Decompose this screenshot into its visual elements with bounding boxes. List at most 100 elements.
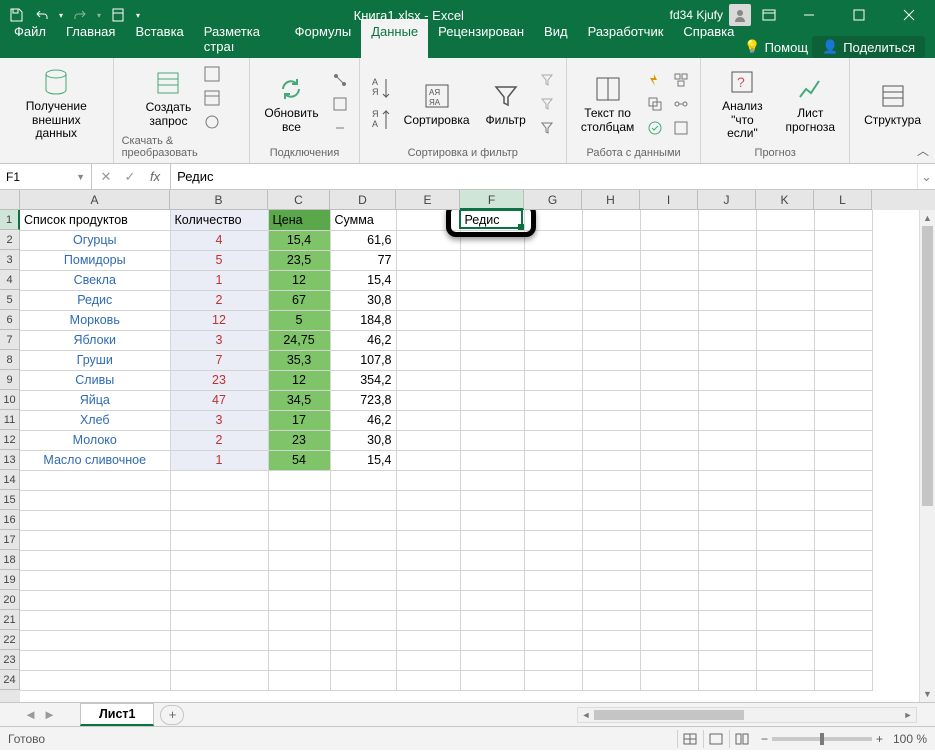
cell[interactable]: [20, 670, 170, 690]
cell[interactable]: [698, 610, 756, 630]
data-validation-icon[interactable]: [644, 117, 666, 139]
cell[interactable]: [756, 230, 814, 250]
cell[interactable]: [640, 630, 698, 650]
cell[interactable]: [396, 330, 460, 350]
cell[interactable]: [20, 510, 170, 530]
cell[interactable]: [268, 650, 330, 670]
cell[interactable]: [20, 530, 170, 550]
cell[interactable]: 354,2: [330, 370, 396, 390]
cell[interactable]: [396, 290, 460, 310]
cell[interactable]: [814, 330, 872, 350]
cell[interactable]: [814, 310, 872, 330]
cell[interactable]: [460, 450, 524, 470]
cell[interactable]: [698, 270, 756, 290]
cell[interactable]: [524, 250, 582, 270]
row-header[interactable]: 24: [0, 670, 20, 690]
cell[interactable]: [396, 270, 460, 290]
cell[interactable]: 107,8: [330, 350, 396, 370]
cell[interactable]: [698, 290, 756, 310]
cell[interactable]: [170, 490, 268, 510]
cell[interactable]: [756, 610, 814, 630]
cell[interactable]: [756, 390, 814, 410]
cell[interactable]: [756, 290, 814, 310]
column-header[interactable]: D: [330, 190, 396, 210]
cell[interactable]: [460, 430, 524, 450]
cell[interactable]: [582, 370, 640, 390]
cell[interactable]: [268, 630, 330, 650]
cell[interactable]: [640, 250, 698, 270]
cell[interactable]: [814, 670, 872, 690]
row-header[interactable]: 9: [0, 370, 20, 390]
tab-разметка страницы[interactable]: Разметка страı: [194, 19, 285, 58]
cell[interactable]: [640, 570, 698, 590]
cell[interactable]: [640, 330, 698, 350]
cell[interactable]: [814, 270, 872, 290]
relationships-icon[interactable]: [670, 93, 692, 115]
cell[interactable]: 47: [170, 390, 268, 410]
cell[interactable]: 15,4: [268, 230, 330, 250]
column-header[interactable]: H: [582, 190, 640, 210]
cell[interactable]: [582, 390, 640, 410]
row-header[interactable]: 18: [0, 550, 20, 570]
cells-area[interactable]: Список продуктовКоличествоЦенаСуммаРедис…: [20, 210, 935, 702]
cell[interactable]: [524, 650, 582, 670]
row-header[interactable]: 13: [0, 450, 20, 470]
new-query-button[interactable]: Создать запрос: [140, 65, 198, 131]
cell[interactable]: [460, 350, 524, 370]
flash-fill-icon[interactable]: [644, 69, 666, 91]
cell[interactable]: [640, 410, 698, 430]
cell[interactable]: [396, 610, 460, 630]
cell[interactable]: [396, 410, 460, 430]
cell[interactable]: [396, 470, 460, 490]
cell[interactable]: [814, 210, 872, 230]
sheet-prev-icon[interactable]: ◄: [24, 707, 37, 722]
row-header[interactable]: 10: [0, 390, 20, 410]
cell[interactable]: [640, 610, 698, 630]
cell[interactable]: [268, 670, 330, 690]
cell[interactable]: [698, 230, 756, 250]
cell[interactable]: [170, 510, 268, 530]
cell[interactable]: [756, 590, 814, 610]
cell[interactable]: 17: [268, 410, 330, 430]
cell[interactable]: [756, 350, 814, 370]
row-header[interactable]: 17: [0, 530, 20, 550]
cell[interactable]: [814, 590, 872, 610]
cell[interactable]: [582, 410, 640, 430]
cell[interactable]: [268, 530, 330, 550]
cell[interactable]: [20, 570, 170, 590]
cell[interactable]: [698, 450, 756, 470]
forecast-sheet-button[interactable]: Лист прогноза: [779, 71, 841, 137]
cell[interactable]: [582, 630, 640, 650]
cell[interactable]: [640, 650, 698, 670]
cell[interactable]: [20, 630, 170, 650]
cell[interactable]: 15,4: [330, 450, 396, 470]
cell[interactable]: [524, 450, 582, 470]
maximize-button[interactable]: [837, 0, 881, 30]
enter-formula-icon[interactable]: ✓: [120, 167, 140, 187]
share-button[interactable]: 👤 Поделиться: [812, 36, 925, 58]
cell[interactable]: [582, 510, 640, 530]
cell[interactable]: [756, 570, 814, 590]
cell[interactable]: [460, 490, 524, 510]
redo-icon[interactable]: [68, 3, 92, 27]
cell[interactable]: 2: [170, 290, 268, 310]
cell[interactable]: [698, 410, 756, 430]
cell[interactable]: [582, 670, 640, 690]
sort-button[interactable]: АЯЯА Сортировка: [398, 78, 476, 130]
cell[interactable]: [460, 310, 524, 330]
cell[interactable]: [396, 350, 460, 370]
cell[interactable]: [396, 310, 460, 330]
cell[interactable]: [330, 650, 396, 670]
cell[interactable]: Сливы: [20, 370, 170, 390]
cell[interactable]: [524, 570, 582, 590]
cell[interactable]: [698, 250, 756, 270]
cell[interactable]: [640, 390, 698, 410]
column-header[interactable]: B: [170, 190, 268, 210]
cell[interactable]: [524, 390, 582, 410]
cell[interactable]: [756, 430, 814, 450]
cell[interactable]: [582, 270, 640, 290]
cancel-formula-icon[interactable]: ✕: [96, 167, 116, 187]
cell[interactable]: [396, 650, 460, 670]
cell[interactable]: 3: [170, 410, 268, 430]
cell[interactable]: [698, 590, 756, 610]
